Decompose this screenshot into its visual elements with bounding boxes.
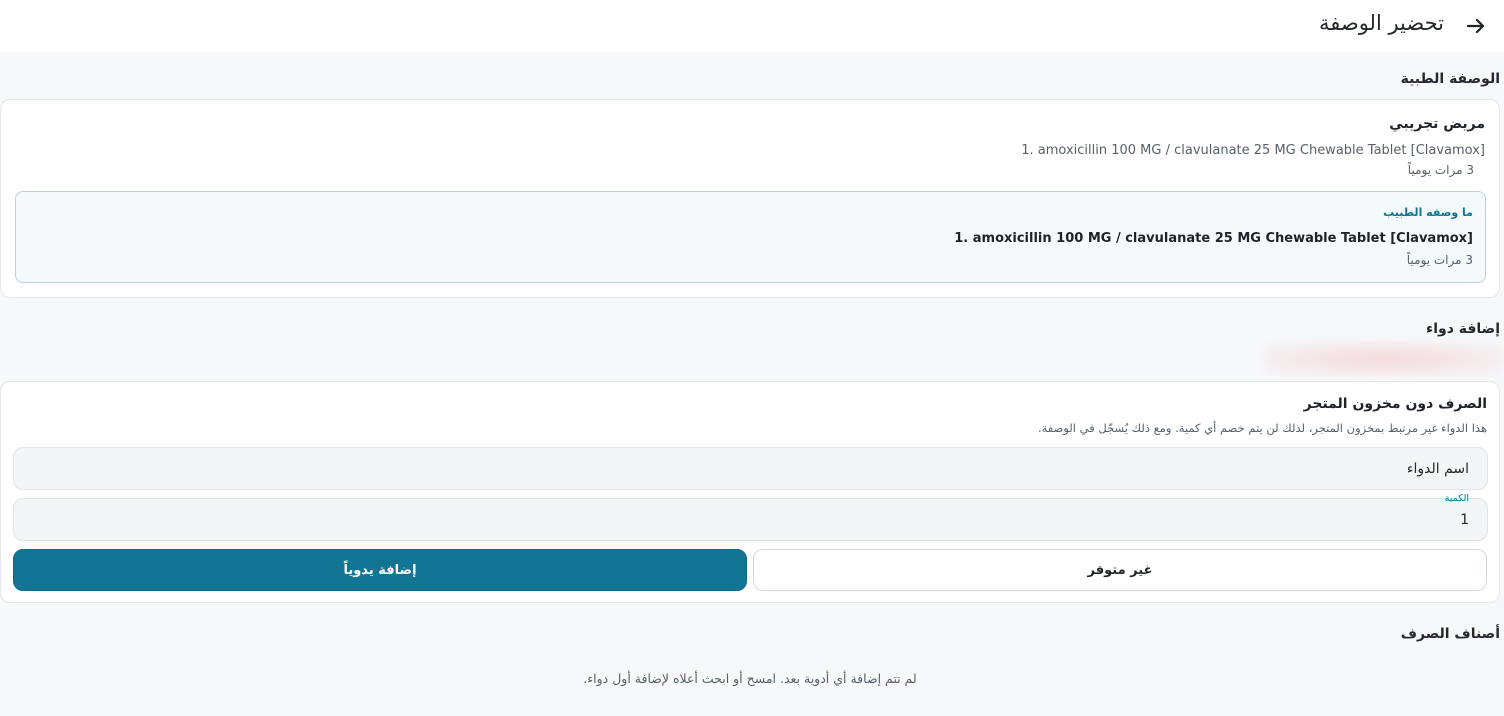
top-bar: تحضير الوصفة xyxy=(0,0,1504,52)
back-button[interactable] xyxy=(1462,12,1490,40)
doctor-prescribed-label: ما وصفه الطبيب xyxy=(1383,206,1473,219)
drug-name-field xyxy=(13,447,1488,490)
empty-state-text: لم تتم إضافة أي أدوية بعد. امسح أو ابحث … xyxy=(583,671,917,686)
quantity-label: الكمية xyxy=(1444,493,1469,504)
unavailable-button[interactable]: غير متوفر xyxy=(753,549,1487,591)
manual-dispense-title: الصرف دون مخزون المتجر xyxy=(1303,396,1487,412)
page-title: تحضير الوصفة xyxy=(1318,11,1444,35)
add-drug-section-title: إضافة دواء xyxy=(1426,321,1500,337)
dispense-items-section-title: أصناف الصرف xyxy=(1400,626,1500,642)
arrow-right-icon xyxy=(1466,18,1485,34)
quantity-field xyxy=(13,498,1488,541)
manual-dispense-card: الصرف دون مخزون المتجر هذا الدواء غير مر… xyxy=(0,381,1500,603)
prescription-section-title: الوصفة الطبية xyxy=(1400,71,1500,87)
prescription-card: مريض تجريبي 1. amoxicillin 100 MG / clav… xyxy=(0,99,1500,298)
blurred-notice xyxy=(1264,342,1504,376)
doctor-prescribed-medication: 1. amoxicillin 100 MG / clavulanate 25 M… xyxy=(954,231,1473,246)
prescription-medication-line: 1. amoxicillin 100 MG / clavulanate 25 M… xyxy=(1021,143,1485,158)
doctor-prescribed-frequency: 3 مرات يومياً xyxy=(1406,253,1473,267)
prescription-frequency: 3 مرات يومياً xyxy=(1407,163,1474,177)
add-manually-button[interactable]: إضافة يدوياً xyxy=(13,549,747,591)
quantity-input[interactable] xyxy=(14,499,1487,540)
drug-name-input[interactable] xyxy=(14,448,1487,489)
patient-name: مريض تجريبي xyxy=(1389,116,1485,132)
doctor-prescribed-box: ما وصفه الطبيب 1. amoxicillin 100 MG / c… xyxy=(15,191,1486,283)
manual-dispense-description: هذا الدواء غير مرتبط بمخزون المتجر، لذلك… xyxy=(1037,421,1487,435)
